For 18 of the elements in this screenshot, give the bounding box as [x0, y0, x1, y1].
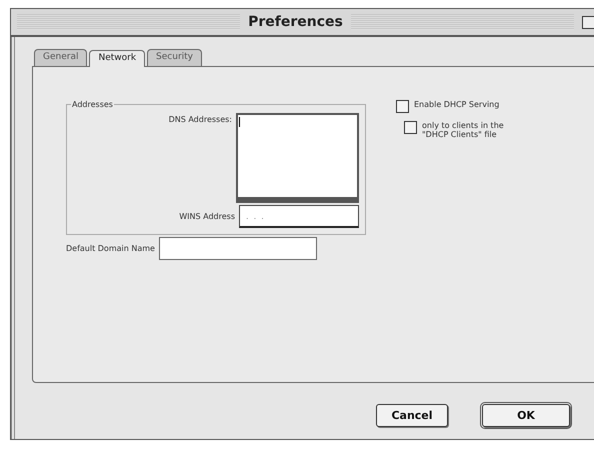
cancel-button[interactable]: Cancel [376, 404, 448, 427]
checkbox-label: Enable DHCP Serving [414, 100, 500, 109]
wins-address-field[interactable]: . . . [239, 205, 359, 228]
field-label: Default Domain Name [66, 244, 155, 253]
checkbox[interactable] [396, 100, 409, 113]
group-legend: Addresses [71, 100, 114, 109]
domain-name-field[interactable] [158, 237, 317, 260]
checkbox[interactable] [404, 121, 417, 134]
tab[interactable]: General [34, 49, 88, 66]
ok-button[interactable]: OK [482, 404, 570, 427]
checkbox-label: only to clients in the "DHCP Clients" file [422, 121, 505, 139]
field-label: WINS Address [179, 212, 235, 221]
collapse-box-icon[interactable] [582, 16, 594, 28]
dns-list-field[interactable] [236, 113, 359, 203]
field-label: DNS Addresses: [168, 115, 232, 126]
tab[interactable]: Security [147, 49, 202, 66]
tab[interactable]: Network [89, 50, 146, 67]
window-title: Preferences [248, 14, 343, 30]
